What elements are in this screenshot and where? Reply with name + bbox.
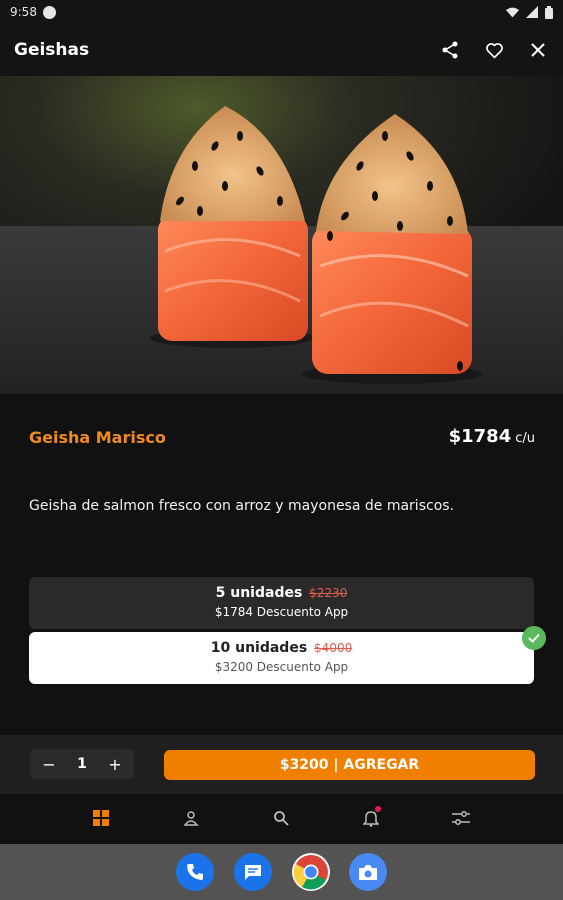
add-to-cart-button[interactable]: $3200 | AGREGAR [164, 750, 535, 780]
option-detail: $1784 Descuento App [214, 605, 349, 619]
nav-tab-filters[interactable] [449, 806, 473, 830]
product-price: $1784 c/u [449, 426, 535, 447]
grid-icon [93, 810, 109, 826]
favorite-button[interactable] [483, 39, 505, 61]
user-icon [183, 811, 199, 826]
messages-icon [245, 865, 261, 880]
close-icon [531, 43, 545, 57]
option-title: 10 unidades [210, 640, 308, 656]
option-title: 5 unidades [215, 585, 303, 601]
quantity-value: 1 [77, 756, 87, 772]
increase-quantity-button[interactable]: + [104, 755, 126, 774]
selected-check-badge [522, 626, 546, 650]
messages-app-icon[interactable] [234, 853, 272, 891]
option-5-unidades[interactable]: 5 unidades $2230 $1784 Descuento App [29, 577, 534, 629]
product-image [0, 76, 563, 394]
status-bar: 9:58 [0, 0, 563, 24]
chrome-icon [293, 855, 328, 890]
app-bar: Geishas [0, 24, 563, 76]
close-button[interactable] [527, 39, 549, 61]
notification-app-icon [42, 5, 56, 19]
price-amount: $1784 [448, 426, 512, 447]
share-icon [442, 41, 458, 59]
quantity-stepper: − 1 + [30, 749, 134, 779]
price-unit: c/u [515, 431, 535, 446]
product-description: Geisha de salmon fresco con arroz y mayo… [29, 498, 454, 514]
search-icon [274, 811, 289, 826]
nav-tab-home[interactable] [89, 806, 113, 830]
system-dock [0, 844, 563, 900]
page-title: Geishas [14, 40, 90, 60]
chrome-app-icon[interactable] [292, 853, 330, 891]
notification-badge [375, 806, 381, 812]
battery-icon [545, 5, 553, 19]
wifi-icon [506, 7, 519, 17]
nav-tab-search[interactable] [269, 806, 293, 830]
share-button[interactable] [439, 39, 461, 61]
camera-icon [359, 864, 377, 880]
heart-icon [485, 42, 503, 58]
filters-icon [452, 811, 470, 825]
signal-icon [526, 6, 538, 18]
nav-tab-notifications[interactable] [359, 806, 383, 830]
check-icon [528, 633, 540, 643]
nav-tab-profile[interactable] [179, 806, 203, 830]
camera-app-icon[interactable] [349, 853, 387, 891]
option-old-price: $4000 [314, 641, 353, 655]
status-time: 9:58 [10, 5, 37, 19]
phone-icon [187, 864, 203, 880]
option-old-price: $2230 [309, 586, 348, 600]
option-10-unidades[interactable]: 10 unidades $4000 $3200 Descuento App [29, 626, 546, 684]
decrease-quantity-button[interactable]: − [38, 755, 60, 774]
option-detail: $3200 Descuento App [214, 660, 349, 674]
product-name: Geisha Marisco [29, 428, 166, 447]
phone-app-icon[interactable] [176, 853, 214, 891]
